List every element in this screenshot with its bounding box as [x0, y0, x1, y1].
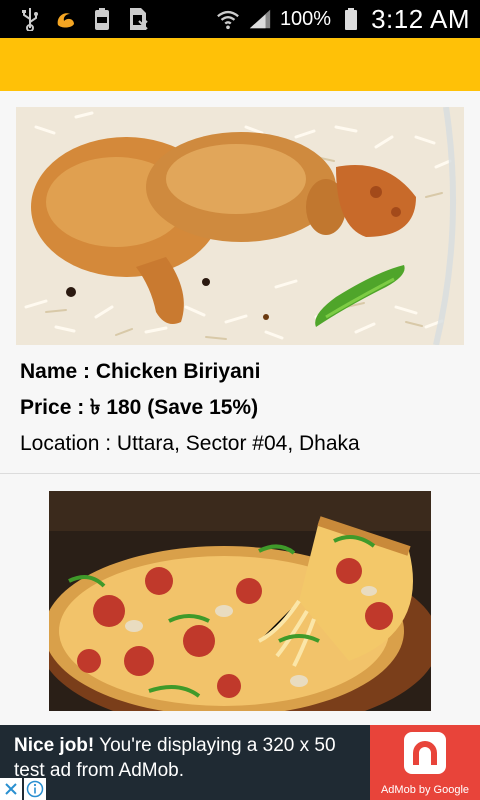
app-toolbar	[0, 38, 480, 91]
signal-icon	[248, 7, 272, 31]
ad-headline: Nice job!	[14, 735, 95, 756]
item-location: Location : Uttara, Sector #04, Dhaka	[20, 432, 360, 455]
item-name: Name : Chicken Biriyani	[20, 360, 261, 383]
uc-browser-icon	[54, 7, 78, 31]
admob-brand-text: AdMob by Google	[380, 784, 470, 796]
item-price: Price : ৳ 180 (Save 15%)	[20, 396, 259, 419]
clock: 3:12 AM	[371, 3, 470, 34]
battery-icon	[339, 7, 363, 31]
admob-logo[interactable]: AdMob by Google	[370, 725, 480, 800]
list-item[interactable]	[0, 474, 480, 734]
food-list[interactable]: Name : Chicken Biriyani Price : ৳ 180 (S…	[0, 91, 480, 734]
ad-info-icon[interactable]	[24, 778, 46, 800]
ad-close-icon[interactable]	[0, 778, 22, 800]
admob-mark-icon	[404, 732, 446, 774]
battery-100-notification-icon	[90, 7, 114, 31]
ad-banner[interactable]: Nice job! You're displaying a 320 x 50 t…	[0, 725, 480, 800]
wifi-icon	[216, 7, 240, 31]
ad-text[interactable]: Nice job! You're displaying a 320 x 50 t…	[14, 733, 364, 783]
usb-icon	[18, 7, 42, 31]
chicken-biriyani-photo	[16, 107, 464, 345]
battery-percent: 100%	[279, 7, 332, 30]
pizza-photo	[49, 491, 431, 711]
status-bar: 100% 3:12 AM	[0, 0, 480, 38]
sim-icon	[126, 7, 150, 31]
list-item[interactable]: Name : Chicken Biriyani Price : ৳ 180 (S…	[0, 91, 480, 474]
